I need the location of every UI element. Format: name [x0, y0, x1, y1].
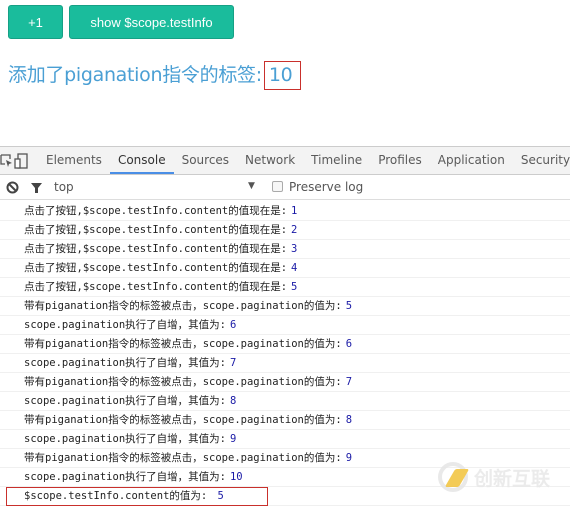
heading-label: 添加了piganation指令的标签:	[8, 64, 262, 86]
console-message-value: 7	[345, 376, 353, 388]
console-filterbar: top ▼ Preserve log	[0, 175, 570, 200]
console-message-text: scope.pagination执行了自增，其值为:	[24, 471, 226, 483]
tab-timeline[interactable]: Timeline	[303, 147, 370, 174]
tab-profiles[interactable]: Profiles	[370, 147, 430, 174]
console-message-text: scope.pagination执行了自增，其值为:	[24, 319, 226, 331]
console-message: 带有piganation指令的标签被点击，scope.pagination的值为…	[0, 335, 570, 354]
context-selector[interactable]: top	[54, 180, 74, 194]
console-message-value: 8	[345, 414, 353, 426]
console-message-value: 9	[229, 433, 237, 445]
console-message-text: 点击了按钮,$scope.testInfo.content的值现在是:	[24, 243, 288, 255]
console-message-value: 2	[291, 224, 298, 236]
console-message-text: 点击了按钮,$scope.testInfo.content的值现在是:	[24, 224, 288, 236]
console-message-text: 点击了按钮,$scope.testInfo.content的值现在是:	[24, 262, 288, 274]
console-output: 点击了按钮,$scope.testInfo.content的值现在是: 1 点击了按…	[0, 200, 570, 506]
tab-elements[interactable]: Elements	[38, 147, 110, 174]
console-message: 带有piganation指令的标签被点击，scope.pagination的值为…	[0, 411, 570, 430]
console-message-value: 8	[229, 395, 237, 407]
console-message-value: 3	[291, 243, 298, 255]
watermark-text: 创新互联	[474, 467, 551, 490]
console-message: 点击了按钮,$scope.testInfo.content的值现在是: 4	[0, 259, 570, 278]
devtools-panel: Elements Console Sources Network Timeline Pro…	[0, 146, 570, 509]
preserve-log-checkbox[interactable]	[272, 181, 283, 192]
console-message-value: 10	[229, 471, 243, 483]
console-message-text: scope.pagination执行了自增，其值为:	[24, 433, 226, 445]
highlight-box	[6, 487, 268, 506]
console-message-value: 5	[345, 300, 353, 312]
tab-console[interactable]: Console	[109, 147, 174, 174]
inspect-element-icon[interactable]	[0, 147, 14, 174]
console-message: 带有piganation指令的标签被点击，scope.pagination的值为…	[0, 373, 570, 392]
console-message-value: 4	[291, 262, 298, 274]
pagination-value[interactable]: 10	[263, 61, 302, 90]
console-message-value: 9	[345, 452, 353, 464]
clear-console-icon[interactable]	[0, 181, 24, 194]
plus-one-button[interactable]: +1	[8, 5, 63, 39]
console-message-text: 点击了按钮,$scope.testInfo.content的值现在是:	[24, 205, 288, 217]
console-message: 点击了按钮,$scope.testInfo.content的值现在是: 2	[0, 221, 570, 240]
console-message-text: 带有piganation指令的标签被点击，scope.pagination的值为…	[24, 414, 342, 426]
watermark-logo-icon	[438, 462, 468, 492]
console-message-text: 带有piganation指令的标签被点击，scope.pagination的值为…	[24, 376, 342, 388]
console-message: 点击了按钮,$scope.testInfo.content的值现在是: 3	[0, 240, 570, 259]
preserve-log-label[interactable]: Preserve log	[289, 180, 363, 194]
tab-security[interactable]: Security	[513, 147, 570, 174]
tab-sources[interactable]: Sources	[174, 147, 237, 174]
console-message-value: 1	[291, 205, 298, 217]
tab-network[interactable]: Network	[237, 147, 303, 174]
console-message: scope.pagination执行了自增，其值为: 8	[0, 392, 570, 411]
console-message-value: 7	[229, 357, 237, 369]
console-message-text: 带有piganation指令的标签被点击，scope.pagination的值为…	[24, 300, 342, 312]
console-message-text: 点击了按钮,$scope.testInfo.content的值现在是:	[24, 281, 288, 293]
filter-icon[interactable]	[24, 181, 48, 194]
console-message: 点击了按钮,$scope.testInfo.content的值现在是: 1	[0, 202, 570, 221]
console-message: scope.pagination执行了自增，其值为: 7	[0, 354, 570, 373]
console-message-text: scope.pagination执行了自增，其值为:	[24, 357, 226, 369]
console-message-value: 5	[291, 281, 298, 293]
console-message-text: 带有piganation指令的标签被点击，scope.pagination的值为…	[24, 338, 342, 350]
console-message-text: 带有piganation指令的标签被点击，scope.pagination的值为…	[24, 452, 342, 464]
console-message-value: 6	[345, 338, 353, 350]
device-toolbar-icon[interactable]	[14, 147, 28, 174]
console-message-text: scope.pagination执行了自增，其值为:	[24, 395, 226, 407]
watermark: 创新互联	[438, 462, 550, 492]
pagination-heading: 添加了piganation指令的标签: 10	[8, 60, 302, 90]
console-message: 点击了按钮,$scope.testInfo.content的值现在是: 5	[0, 278, 570, 297]
tab-application[interactable]: Application	[430, 147, 513, 174]
console-message: scope.pagination执行了自增，其值为: 6	[0, 316, 570, 335]
console-message: scope.pagination执行了自增，其值为: 9	[0, 430, 570, 449]
show-testinfo-button[interactable]: show $scope.testInfo	[69, 5, 234, 39]
context-dropdown-arrow-icon[interactable]: ▼	[248, 181, 255, 191]
console-message-value: 6	[229, 319, 237, 331]
devtools-tabbar: Elements Console Sources Network Timeline Pro…	[0, 146, 570, 175]
console-message: 带有piganation指令的标签被点击，scope.pagination的值为…	[0, 297, 570, 316]
